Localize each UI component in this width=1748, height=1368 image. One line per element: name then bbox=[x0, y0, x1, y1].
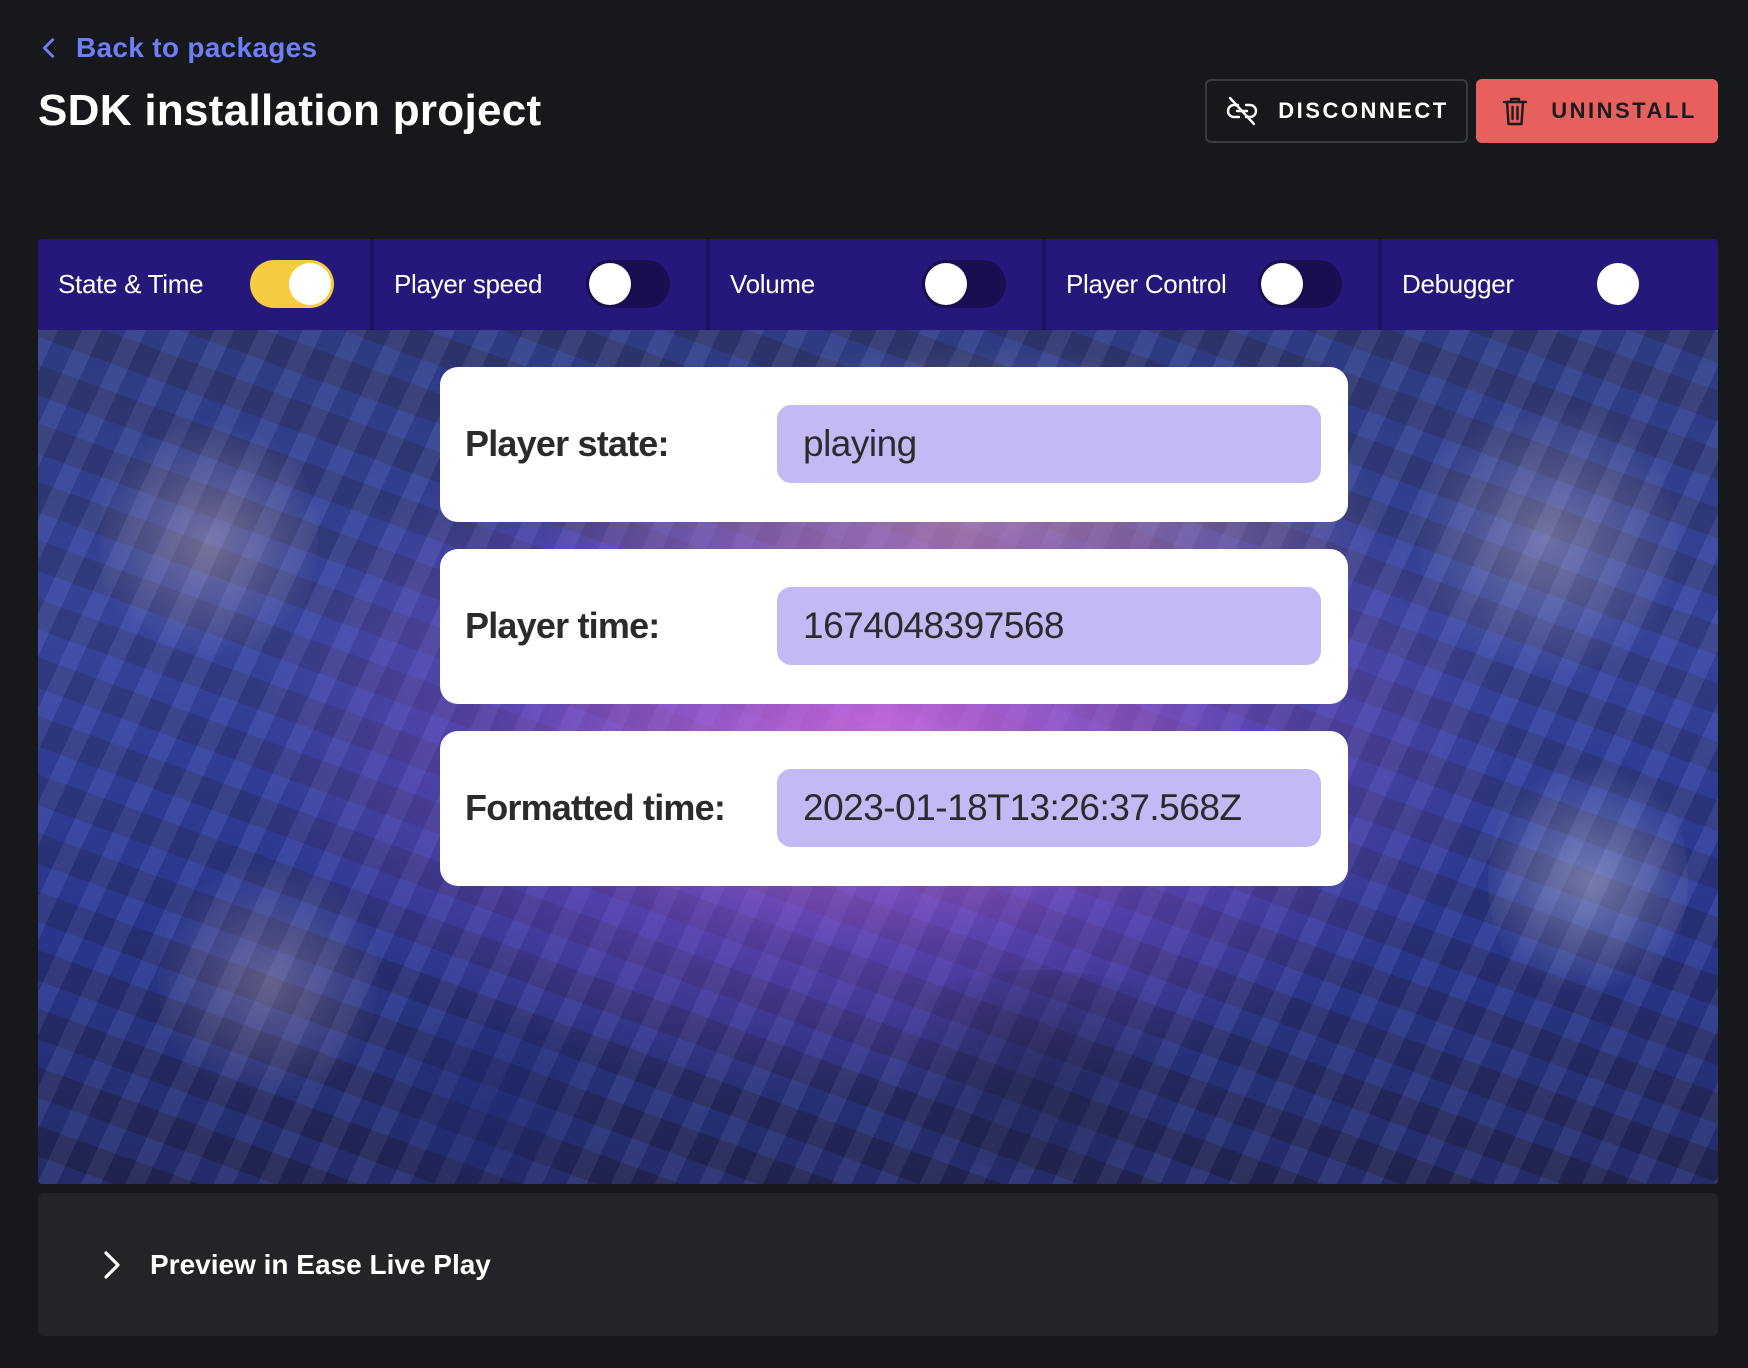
tab-state-time: State & Time bbox=[38, 239, 374, 330]
tab-debugger: Debugger bbox=[1382, 239, 1718, 330]
extension-tabbar: State & Time Player speed Volume Player … bbox=[38, 239, 1718, 330]
disconnect-button[interactable]: DISCONNECT bbox=[1205, 79, 1468, 143]
link-off-icon bbox=[1227, 96, 1258, 126]
toggle-knob bbox=[289, 263, 331, 305]
chevron-left-icon bbox=[42, 38, 55, 58]
debugger-toggle[interactable] bbox=[1594, 260, 1678, 308]
toggle-knob bbox=[1597, 263, 1639, 305]
crowd-blob bbox=[1488, 750, 1688, 1010]
player-time-value: 1674048397568 bbox=[777, 587, 1321, 665]
tab-player-control: Player Control bbox=[1046, 239, 1382, 330]
crowd-blob bbox=[98, 410, 318, 670]
tab-label: Player Control bbox=[1066, 269, 1227, 299]
video-background: Player state: playing Player time: 16740… bbox=[38, 330, 1718, 1184]
player-state-value: playing bbox=[777, 405, 1321, 483]
tab-label: Volume bbox=[730, 269, 815, 299]
trash-icon bbox=[1503, 97, 1528, 126]
player-time-card: Player time: 1674048397568 bbox=[440, 549, 1348, 704]
formatted-time-card: Formatted time: 2023-01-18T13:26:37.568Z bbox=[440, 731, 1348, 886]
crowd-blob bbox=[858, 970, 1218, 1170]
tab-label: Debugger bbox=[1402, 269, 1514, 299]
preview-ease-live-play[interactable]: Preview in Ease Live Play bbox=[38, 1193, 1718, 1336]
uninstall-label: UNINSTALL bbox=[1551, 98, 1697, 123]
preview-label: Preview in Ease Live Play bbox=[150, 1249, 491, 1280]
volume-toggle[interactable] bbox=[922, 260, 1006, 308]
player-preview: State & Time Player speed Volume Player … bbox=[38, 239, 1718, 1184]
chevron-right-icon bbox=[104, 1251, 120, 1279]
player-control-toggle[interactable] bbox=[1258, 260, 1342, 308]
tab-player-speed: Player speed bbox=[374, 239, 710, 330]
tab-label: Player speed bbox=[394, 269, 543, 299]
crowd-blob bbox=[338, 1020, 638, 1184]
tab-label: State & Time bbox=[58, 269, 204, 299]
state-time-toggle[interactable] bbox=[250, 260, 334, 308]
toggle-knob bbox=[589, 263, 631, 305]
tab-volume: Volume bbox=[710, 239, 1046, 330]
player-state-label: Player state: bbox=[465, 423, 670, 464]
formatted-time-label: Formatted time: bbox=[465, 787, 726, 828]
disconnect-label: DISCONNECT bbox=[1278, 98, 1449, 123]
player-time-label: Player time: bbox=[465, 605, 660, 646]
page-title: SDK installation project bbox=[38, 86, 542, 135]
back-to-packages-link[interactable]: Back to packages bbox=[38, 32, 317, 64]
player-state-card: Player state: playing bbox=[440, 367, 1348, 522]
uninstall-button[interactable]: UNINSTALL bbox=[1476, 79, 1718, 143]
player-speed-toggle[interactable] bbox=[586, 260, 670, 308]
crowd-blob bbox=[158, 850, 378, 1110]
toggle-knob bbox=[1261, 263, 1303, 305]
back-link-label: Back to packages bbox=[76, 32, 318, 63]
formatted-time-value: 2023-01-18T13:26:37.568Z bbox=[777, 769, 1321, 847]
crowd-blob bbox=[1418, 390, 1678, 690]
toggle-knob bbox=[925, 263, 967, 305]
